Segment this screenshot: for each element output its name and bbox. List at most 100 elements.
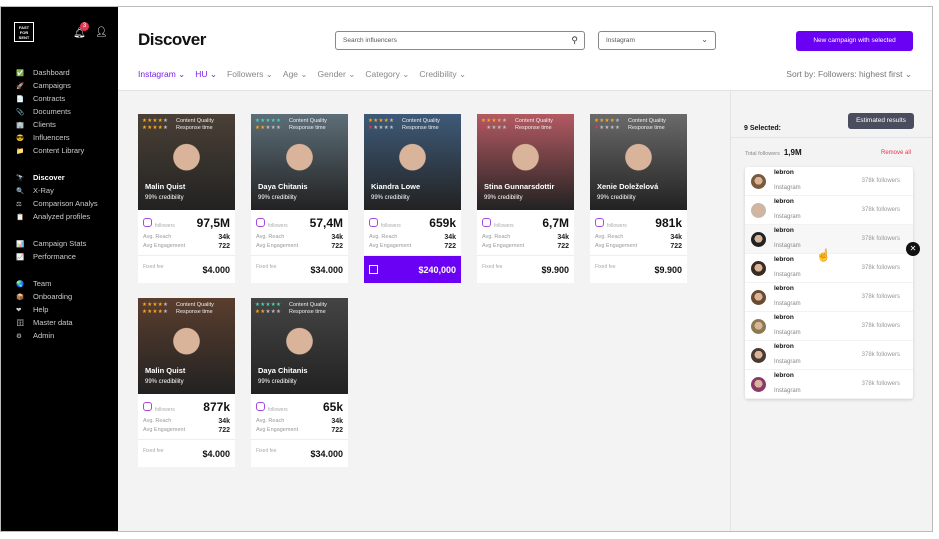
total-value: 1,9M xyxy=(783,148,802,157)
filter-hu[interactable]: HU ⌄ xyxy=(195,69,217,80)
avg-engagement-value: 722 xyxy=(218,427,230,434)
filter-instagram[interactable]: Instagram ⌄ xyxy=(138,69,185,80)
filter-label: Gender xyxy=(317,69,346,79)
followers-count: 877k xyxy=(203,400,230,414)
sidebar-item-x-ray[interactable]: 🔍 X-Ray xyxy=(16,184,116,197)
selected-list-item[interactable]: lebron Instagram 378k followers xyxy=(745,370,913,399)
item-name: lebron xyxy=(774,313,794,321)
remove-all-link[interactable]: Remove all xyxy=(881,150,911,156)
total-followers: Total followers 1,9M xyxy=(745,148,802,157)
fee-row[interactable]: Fixed fee $34.000 xyxy=(251,440,348,467)
influencer-card[interactable]: ★★★★★ Content Quality ★★★★★ Response time Ma… xyxy=(138,298,235,467)
sidebar-item-performance[interactable]: 📈 Performance xyxy=(16,250,116,263)
item-name-block: lebron Instagram xyxy=(774,227,801,252)
selected-list-item[interactable]: lebron Instagram 378k followers xyxy=(745,196,913,225)
avg-reach-label: Avg. Reach xyxy=(482,234,511,240)
credibility: 99% credibility xyxy=(484,195,523,201)
user-icon[interactable]: 👤︎ xyxy=(95,27,108,38)
sidebar-item-comparison-analys[interactable]: ⚖ Comparison Analys xyxy=(16,197,116,210)
avg-engagement-value: 722 xyxy=(444,243,456,250)
sidebar-item-influencers[interactable]: 😎 Influencers xyxy=(16,131,116,144)
influencer-card[interactable]: ★★★★★ Content Quality ★★★★★ Response time Ma… xyxy=(138,114,235,283)
influencer-card[interactable]: ★★★★★ Content Quality ★★★★★ Response time Da… xyxy=(251,298,348,467)
total-label: Total followers xyxy=(745,151,780,157)
influencer-card[interactable]: ★★★★★ Content Quality ★★★★★ Response time Xe… xyxy=(590,114,687,283)
new-campaign-button[interactable]: New campaign with selected xyxy=(796,31,913,51)
followers-count: 981k xyxy=(655,216,682,230)
filter-credibility[interactable]: Credibility ⌄ xyxy=(419,69,466,80)
followers-label: followers xyxy=(268,223,288,229)
content-quality-label: Content Quality xyxy=(289,302,327,308)
sidebar-item-help[interactable]: ❤ Help xyxy=(16,303,116,316)
sidebar-item-campaigns[interactable]: 🚀 Campaigns xyxy=(16,79,116,92)
platform-select[interactable]: Instagram ⌄ xyxy=(598,31,716,50)
filter-gender[interactable]: Gender ⌄ xyxy=(318,69,356,80)
select-checkbox[interactable] xyxy=(369,265,378,274)
avg-engagement-row: Avg Engagement 722 xyxy=(256,427,343,434)
influencer-card[interactable]: ★★★★★ Content Quality ★★★★★ Response time St… xyxy=(477,114,574,283)
avg-reach-value: 34k xyxy=(670,234,682,241)
selected-list-item[interactable]: lebron Instagram 378k followers xyxy=(745,283,913,312)
influencer-name: Xenie Doleželová xyxy=(597,182,659,191)
content-quality-label: Content Quality xyxy=(176,118,214,124)
estimated-results-button[interactable]: Estimated results xyxy=(848,113,914,129)
fee-row[interactable]: Fixed fee $4.000 xyxy=(138,440,235,467)
influencer-photo: ★★★★★ Content Quality ★★★★★ Response time Ma… xyxy=(138,114,235,210)
sidebar-item-contracts[interactable]: 📄 Contracts xyxy=(16,92,116,105)
rating-stars: ★★★★★ Content Quality ★★★★★ Response time xyxy=(368,118,440,131)
campaigns-icon: 🚀 xyxy=(16,82,25,90)
fixed-fee-label: Fixed fee xyxy=(256,264,277,270)
card-stats: followers 659k Avg. Reach 34k Avg Engagement… xyxy=(364,210,461,256)
sidebar-item-documents[interactable]: 📎 Documents xyxy=(16,105,116,118)
selected-list: lebron Instagram 378k followers lebron Insta… xyxy=(745,167,913,399)
item-name-block: lebron Instagram xyxy=(774,343,801,368)
documents-icon: 📎 xyxy=(16,108,25,116)
response-time-label: Response time xyxy=(176,309,213,315)
credibility: 99% credibility xyxy=(145,195,184,201)
fee-row[interactable]: Fixed fee $9.900 xyxy=(590,256,687,283)
item-platform: Instagram xyxy=(774,387,801,394)
followers-count: 65k xyxy=(322,400,343,414)
fee-row[interactable]: $240,000 xyxy=(364,256,461,283)
filter-age[interactable]: Age ⌄ xyxy=(283,69,308,80)
sidebar-item-label: Performance xyxy=(33,252,76,261)
sidebar-item-admin[interactable]: ⚙ Admin xyxy=(16,329,116,342)
filter-category[interactable]: Category ⌄ xyxy=(365,69,409,80)
nav-gap xyxy=(16,157,116,171)
sidebar-item-dashboard[interactable]: ✅ Dashboard xyxy=(16,66,116,79)
filter-followers[interactable]: Followers ⌄ xyxy=(227,69,273,80)
search-input[interactable]: Search influencers ⚲ xyxy=(335,31,585,50)
sidebar-item-content-library[interactable]: 📁 Content Library xyxy=(16,144,116,157)
fee-row[interactable]: Fixed fee $4.000 xyxy=(138,256,235,283)
logo[interactable]: FAST FOR SENT xyxy=(14,22,34,42)
influencer-card[interactable]: ★★★★★ Content Quality ★★★★★ Response time Ki… xyxy=(364,114,461,283)
filter-label: HU xyxy=(195,69,208,79)
avg-reach-label: Avg. Reach xyxy=(595,234,624,240)
selected-list-item[interactable]: lebron Instagram 378k followers xyxy=(745,312,913,341)
selected-list-item[interactable]: lebron Instagram 378k followers xyxy=(745,341,913,370)
remove-item-button[interactable]: ✕ xyxy=(906,242,920,256)
sidebar-item-master-data[interactable]: 🗄 Master data xyxy=(16,316,116,329)
search-icon[interactable]: ⚲ xyxy=(571,35,578,46)
sidebar-item-analyzed-profiles[interactable]: 📋 Analyzed profiles xyxy=(16,210,116,223)
sidebar-item-campaign-stats[interactable]: 📊 Campaign Stats xyxy=(16,237,116,250)
fee-row[interactable]: Fixed fee $9.900 xyxy=(477,256,574,283)
credibility: 99% credibility xyxy=(258,379,297,385)
item-name: lebron xyxy=(774,168,794,176)
instagram-icon xyxy=(369,218,378,228)
followers-label-wrap: followers xyxy=(256,398,288,416)
influencer-photo: ★★★★★ Content Quality ★★★★★ Response time Da… xyxy=(251,114,348,210)
sidebar-item-discover[interactable]: 🔭 Discover xyxy=(16,171,116,184)
sidebar-item-label: Contracts xyxy=(33,94,66,103)
item-name-block: lebron Instagram xyxy=(774,314,801,339)
sidebar-item-label: Influencers xyxy=(33,133,70,142)
sidebar-item-clients[interactable]: 🏢 Clients xyxy=(16,118,116,131)
avg-reach-row: Avg. Reach 34k xyxy=(143,418,230,425)
influencer-card[interactable]: ★★★★★ Content Quality ★★★★★ Response time Da… xyxy=(251,114,348,283)
fee-row[interactable]: Fixed fee $34.000 xyxy=(251,256,348,283)
selected-list-item[interactable]: lebron Instagram 378k followers xyxy=(745,167,913,196)
sidebar-item-onboarding[interactable]: 📦 Onboarding xyxy=(16,290,116,303)
contracts-icon: 📄 xyxy=(16,95,25,103)
sort-dropdown[interactable]: Sort by: Followers: highest first ⌄ xyxy=(786,69,912,80)
sidebar-item-team[interactable]: 🌏 Team xyxy=(16,277,116,290)
